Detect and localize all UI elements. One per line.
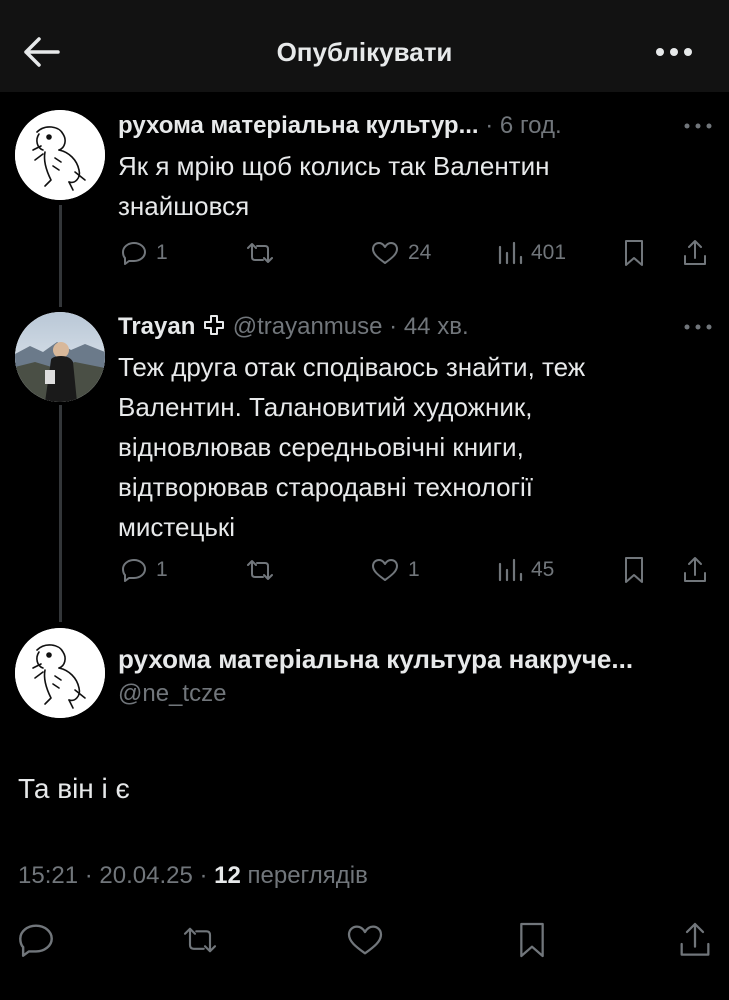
- reply-icon: [122, 559, 146, 582]
- more-horizontal-icon: [656, 48, 692, 56]
- main-post-actions: [0, 920, 729, 960]
- share-button[interactable]: [681, 552, 709, 588]
- post-text: Теж друга отак сподіваюсь знайти, теж Ва…: [118, 347, 585, 547]
- views-count: 45: [531, 558, 555, 581]
- person-photo-avatar-icon: [15, 312, 105, 402]
- author-handle[interactable]: @ne_tcze: [118, 680, 226, 708]
- post-text-line: знайшовся: [118, 191, 250, 221]
- heart-icon: [372, 559, 398, 581]
- bookmark-icon: [625, 240, 643, 266]
- reply-count: 1: [156, 241, 168, 264]
- post-time[interactable]: · 44 хв.: [389, 313, 468, 340]
- reply-icon: [122, 242, 146, 265]
- post-header: Trayan @trayanmuse · 44 хв.: [118, 313, 469, 341]
- post-actions: 1 1 45: [0, 552, 729, 588]
- post-text-line: Валентин. Талановитий художник,: [118, 392, 533, 422]
- thread-line: [59, 405, 62, 622]
- avatar[interactable]: [15, 628, 105, 718]
- views-label: переглядів: [240, 862, 368, 889]
- more-button[interactable]: [654, 40, 694, 64]
- bookmark-icon: [625, 557, 643, 583]
- post-text-line: відтворював стародавні технології: [118, 472, 534, 502]
- post-text: Як я мрію щоб колись так Валентин знайшо…: [118, 146, 549, 226]
- avatar[interactable]: [15, 110, 105, 200]
- heart-icon: [372, 242, 398, 264]
- verified-cross-icon: [204, 315, 225, 335]
- author-name[interactable]: Trayan: [118, 313, 195, 340]
- reply-count: 1: [156, 558, 168, 581]
- post-text-line: Теж друга отак сподіваюсь знайти, теж: [118, 352, 586, 382]
- post-text-line: мистецькі: [118, 512, 236, 542]
- top-bar: Опублікувати: [0, 0, 729, 92]
- post-more-icon[interactable]: [683, 121, 713, 131]
- repost-button[interactable]: [244, 552, 276, 588]
- post-actions: 1 24 401: [0, 235, 729, 271]
- share-button[interactable]: [675, 920, 715, 960]
- post-more-icon[interactable]: [683, 322, 713, 332]
- repost-icon: [183, 927, 217, 953]
- repost-icon: [247, 560, 273, 580]
- post-text-line: відновлював середньовічні книги,: [118, 432, 524, 462]
- like-button[interactable]: 1: [370, 552, 420, 588]
- repost-icon: [247, 243, 273, 263]
- post-header: рухома матеріальна культур... · 6 год.: [118, 112, 562, 140]
- repost-button[interactable]: [244, 235, 276, 271]
- bar-chart-icon: [498, 241, 523, 265]
- reply-icon: [19, 924, 53, 957]
- like-count: 24: [408, 241, 432, 264]
- page-title: Опублікувати: [276, 37, 453, 67]
- post-time[interactable]: · 6 год.: [485, 112, 561, 139]
- like-count: 1: [408, 558, 420, 581]
- author-name[interactable]: рухома матеріальна культура накруче...: [118, 644, 633, 675]
- share-icon: [684, 557, 706, 582]
- like-button[interactable]: 24: [370, 235, 431, 271]
- views-button[interactable]: 401: [497, 235, 566, 271]
- dog-sketch-avatar-icon: [15, 110, 105, 200]
- post-text: Та він і є: [18, 773, 130, 804]
- repost-button[interactable]: [180, 920, 220, 960]
- bookmark-button[interactable]: [622, 235, 646, 271]
- views-button[interactable]: 45: [497, 552, 554, 588]
- heart-icon: [347, 925, 383, 955]
- reply-button[interactable]: 1: [120, 235, 168, 271]
- views-count: 12: [214, 862, 241, 889]
- bar-chart-icon: [498, 558, 523, 582]
- bookmark-button[interactable]: [622, 552, 646, 588]
- reply-button[interactable]: 1: [120, 552, 168, 588]
- share-icon: [684, 240, 706, 265]
- dog-sketch-avatar-icon: [15, 628, 105, 718]
- bookmark-icon: [520, 922, 544, 958]
- post-text-line: Як я мрію щоб колись так Валентин: [118, 151, 550, 181]
- views-count: 401: [531, 241, 567, 264]
- author-name[interactable]: рухома матеріальна культур...: [118, 112, 479, 139]
- avatar[interactable]: [15, 312, 105, 402]
- share-icon: [680, 922, 710, 956]
- post-timestamp[interactable]: 15:21 · 20.04.25 ·: [18, 862, 214, 889]
- bookmark-button[interactable]: [512, 920, 552, 960]
- share-button[interactable]: [681, 235, 709, 271]
- like-button[interactable]: [345, 920, 385, 960]
- post-meta: 15:21 · 20.04.25 · 12 переглядів: [18, 862, 368, 890]
- reply-button[interactable]: [16, 920, 56, 960]
- author-handle[interactable]: @trayanmuse: [233, 313, 383, 340]
